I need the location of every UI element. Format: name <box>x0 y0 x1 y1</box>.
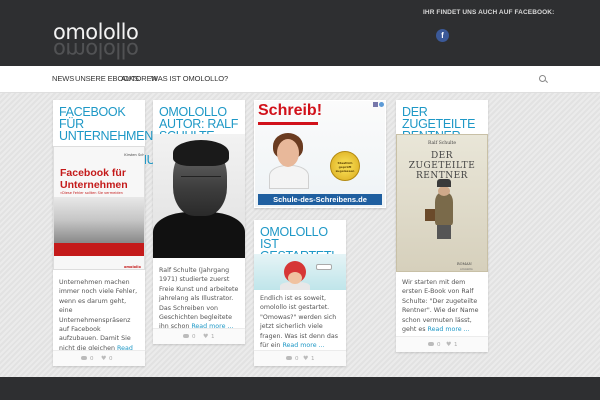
heart-icon[interactable]: ♥ <box>203 333 208 340</box>
ad-info-icon[interactable] <box>379 102 384 107</box>
read-more-link[interactable]: Read more ... <box>428 326 470 333</box>
post-image-gestartet[interactable] <box>254 254 346 290</box>
search-icon[interactable] <box>539 75 546 82</box>
portrait-hair <box>173 140 229 166</box>
site-logo-reflection: omolollo <box>53 38 139 62</box>
ad-close-icon[interactable] <box>373 102 378 107</box>
book-publisher: omolollo <box>460 267 473 271</box>
post-meta: 0 ♥ 1 <box>254 350 346 366</box>
ad-stripe <box>258 122 318 125</box>
like-count: 0 <box>109 356 113 362</box>
facebook-note: IHR FINDET UNS AUCH AUF FACEBOOK: <box>423 9 555 16</box>
comment-count: 0 <box>192 334 196 340</box>
book-band <box>54 243 144 256</box>
facebook-icon[interactable]: f <box>436 29 449 42</box>
like-count: 1 <box>211 334 215 340</box>
post-card-rentner: DER ZUGETEILTE RENTNER Ralf Schulte DER … <box>396 100 488 352</box>
illustration-leg <box>437 223 451 239</box>
excerpt-text: Unternehmen machen immer noch viele Fehl… <box>59 279 138 352</box>
post-card-facebook: FACEBOOK FÜR UNTERNEHMEN - NEUERSCHEINUN… <box>53 100 177 366</box>
hairdryer-image <box>316 264 332 270</box>
image-face <box>288 272 302 284</box>
chess-image <box>54 197 144 243</box>
site-footer <box>0 377 600 400</box>
ad-banner[interactable]: Schreib! Staatlich geprüft zugelassen Sc… <box>254 100 386 208</box>
heart-icon[interactable]: ♥ <box>101 355 106 362</box>
excerpt-text: Endlich ist es soweit, omolollo ist gest… <box>260 295 338 350</box>
book-subtitle: »Diese Fehler sollten Sie vermeiden <box>60 191 123 195</box>
comment-icon <box>286 356 292 360</box>
post-meta: 0 ♥ 1 <box>396 336 488 352</box>
post-card-autor: OMOLOLLO AUTOR: RALF SCHULTE Ralf Schult… <box>153 100 245 344</box>
comment-icon <box>428 342 434 346</box>
illustration-head <box>438 186 450 196</box>
ad-url: Schule-des-Schreibens.de <box>258 194 382 205</box>
nav-item-was-ist-omolollo[interactable]: WAS IST OMOLOLLO? <box>151 74 228 83</box>
illustration-coat <box>435 193 453 225</box>
like-count: 1 <box>454 342 458 348</box>
illustration-hat <box>437 179 451 187</box>
heart-icon[interactable]: ♥ <box>446 341 451 348</box>
post-excerpt: Ralf Schulte (Jahrgang 1971) studierte z… <box>159 266 243 332</box>
book-author: Kirsten Schneider Ralf Schulte <box>124 153 145 157</box>
excerpt-text: Ralf Schulte (Jahrgang 1971) studierte z… <box>159 267 239 331</box>
excerpt-text: Wir starten mit dem ersten E-Book von Ra… <box>402 279 479 334</box>
portrait-glasses <box>181 176 221 182</box>
post-meta: 0 ♥ 0 <box>53 350 145 366</box>
book-cover-rentner[interactable]: Ralf Schulte DER ZUGETEILTE RENTNER ROMA… <box>396 134 488 272</box>
author-portrait[interactable] <box>153 134 245 258</box>
post-meta: 0 ♥ 1 <box>153 328 245 344</box>
heart-icon[interactable]: ♥ <box>303 355 308 362</box>
comment-icon <box>183 334 189 338</box>
book-title: DER ZUGETEILTE RENTNER <box>408 151 476 181</box>
ad-seal-text: Staatlich geprüft zugelassen <box>335 161 355 173</box>
post-card-gestartet: OMOLOLLO IST GESTARTET! Endlich ist es s… <box>254 220 346 366</box>
comment-count: 0 <box>437 342 441 348</box>
portrait-body <box>153 212 245 258</box>
ad-face <box>277 139 299 167</box>
ad-title: Schreib! <box>258 102 323 119</box>
ad-content: Schreib! Staatlich geprüft zugelassen Sc… <box>255 101 385 207</box>
main-nav: NEWS UNSERE EBOOKS AUTOREN WAS IST OMOLO… <box>0 66 600 93</box>
like-count: 1 <box>311 356 315 362</box>
comment-count: 0 <box>295 356 299 362</box>
ad-person-image <box>269 131 309 189</box>
read-more-link[interactable]: Read more ... <box>282 342 324 349</box>
comment-count: 0 <box>90 356 94 362</box>
ad-shoulder <box>269 165 309 189</box>
book-title: Facebook für Unternehmen <box>60 167 128 191</box>
illustration-suitcase <box>425 209 435 221</box>
book-genre: ROMAN <box>457 262 472 266</box>
book-cover-facebook[interactable]: Kirsten Schneider Ralf Schulte Facebook … <box>53 146 145 270</box>
comment-icon <box>81 356 87 360</box>
post-excerpt: Wir starten mit dem ersten E-Book von Ra… <box>402 278 484 334</box>
nav-item-news[interactable]: NEWS <box>52 74 74 83</box>
site-header: omolollo omolollo IHR FINDET UNS AUCH AU… <box>0 0 600 66</box>
book-publisher: omolollo <box>124 265 141 269</box>
book-author: Ralf Schulte <box>427 141 457 146</box>
post-excerpt: Endlich ist es soweit, omolollo ist gest… <box>260 294 344 350</box>
book-illustration <box>425 179 465 241</box>
